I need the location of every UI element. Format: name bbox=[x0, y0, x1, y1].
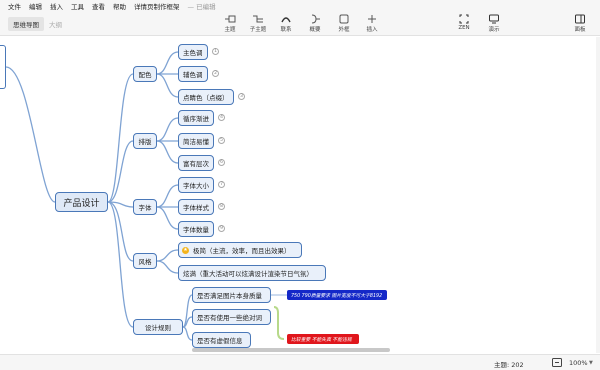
topic-icon bbox=[225, 15, 236, 23]
menu-file[interactable]: 文件 bbox=[8, 1, 21, 11]
view-tabs: 思维导图 大纲 bbox=[8, 17, 67, 31]
leaf-layered[interactable]: 富有层次 bbox=[178, 155, 214, 171]
leaf-image-quality[interactable]: 是否满足图片本身质量 bbox=[192, 287, 271, 303]
leaf-minimal-label: 极简（主流，效率，而且出效果） bbox=[193, 247, 291, 255]
topic-label: 主题 bbox=[224, 27, 236, 33]
branch-layout[interactable]: 排版 bbox=[133, 133, 157, 149]
map-overview-icon[interactable] bbox=[552, 358, 562, 369]
leaf-concise[interactable]: 简洁易懂 bbox=[178, 133, 214, 149]
boundary-icon bbox=[339, 14, 349, 24]
topic-count: 主题: 202 bbox=[494, 361, 524, 369]
panel-button[interactable]: 面板 bbox=[566, 14, 594, 33]
menu-bar: 文件 编辑 插入 工具 查看 帮助 详情页制作框架 — 已编辑 bbox=[0, 0, 600, 12]
boundary-button[interactable]: 外框 bbox=[330, 14, 358, 33]
zoom-level[interactable]: 100% bbox=[569, 359, 588, 367]
menu-help[interactable]: 帮助 bbox=[113, 1, 126, 11]
leaf-progressive[interactable]: 循序渐进 bbox=[178, 110, 214, 126]
insert-label: 插入 bbox=[366, 27, 378, 33]
collapsed-node-edge[interactable] bbox=[0, 45, 6, 89]
mindmap-canvas[interactable]: 产品设计 配色 排版 字体 风格 设计规则 主色调 1 辅色调 2 点睛色（点缀… bbox=[0, 37, 600, 353]
leaf-secondary-color[interactable]: 辅色调 bbox=[178, 66, 208, 82]
leaf-badge-9[interactable]: 9 bbox=[218, 225, 225, 232]
leaf-font-style[interactable]: 字体样式 bbox=[178, 199, 214, 215]
menu-tools[interactable]: 工具 bbox=[71, 1, 84, 11]
leaf-badge-6[interactable]: 6 bbox=[218, 159, 225, 166]
leaf-badge-4[interactable]: 4 bbox=[218, 114, 225, 121]
subtopic-icon bbox=[253, 15, 263, 23]
present-label: 演示 bbox=[488, 27, 500, 33]
insert-button[interactable]: 插入 bbox=[358, 14, 386, 33]
menu-insert[interactable]: 插入 bbox=[50, 1, 63, 11]
boundary-label: 外框 bbox=[338, 27, 350, 33]
status-bar: 主题: 202 100% ▼ bbox=[0, 354, 600, 370]
summary-button[interactable]: 概要 bbox=[301, 14, 329, 33]
fullscreen-icon bbox=[459, 14, 469, 24]
relation-label: 联系 bbox=[280, 27, 292, 33]
root-node[interactable]: 产品设计 bbox=[55, 192, 108, 212]
summary-label: 概要 bbox=[309, 27, 321, 33]
note-important[interactable]: 比较重要 不能失真 不能违规 bbox=[287, 334, 359, 344]
document-title: 详情页制作框架 bbox=[134, 3, 180, 11]
tab-outline[interactable]: 大纲 bbox=[44, 17, 67, 31]
panel-icon bbox=[575, 14, 585, 24]
vertical-scrollbar-track[interactable] bbox=[596, 37, 600, 353]
zen-label: ZEN bbox=[458, 25, 470, 31]
zen-button[interactable]: ZEN bbox=[450, 14, 478, 31]
branch-font[interactable]: 字体 bbox=[133, 199, 157, 215]
branch-style[interactable]: 风格 bbox=[133, 253, 157, 269]
subtopic-label: 子主题 bbox=[249, 27, 267, 33]
leaf-badge-3[interactable]: 3 bbox=[238, 93, 245, 100]
leaf-badge-8[interactable]: 8 bbox=[218, 203, 225, 210]
leaf-badge-1[interactable]: 1 bbox=[212, 48, 219, 55]
leaf-minimal[interactable]: ★ 极简（主流，效率，而且出效果） bbox=[178, 242, 302, 258]
branch-rules[interactable]: 设计规则 bbox=[133, 319, 183, 335]
relation-button[interactable]: 联系 bbox=[272, 14, 300, 33]
leaf-main-color[interactable]: 主色调 bbox=[178, 44, 208, 60]
leaf-badge-5[interactable]: 5 bbox=[218, 137, 225, 144]
leaf-absolute-words[interactable]: 是否有使用一些绝对词 bbox=[192, 309, 271, 325]
relation-icon bbox=[281, 17, 291, 23]
star-icon: ★ bbox=[182, 246, 189, 254]
topic-button[interactable]: 主题 bbox=[216, 14, 244, 33]
leaf-badge-7[interactable]: 7 bbox=[218, 181, 225, 188]
leaf-false-info[interactable]: 是否有虚假信息 bbox=[192, 332, 251, 348]
subtopic-button[interactable]: 子主题 bbox=[244, 14, 272, 33]
menu-view[interactable]: 查看 bbox=[92, 1, 105, 11]
present-button[interactable]: 演示 bbox=[480, 14, 508, 33]
toolbar: 思维导图 大纲 主题 子主题 联系 概要 外框 插入 ZEN 演示 面板 bbox=[0, 12, 600, 36]
leaf-full-design[interactable]: 炫满（重大活动可以炫满设计渲染节日气氛） bbox=[178, 265, 326, 281]
leaf-font-count[interactable]: 字体数量 bbox=[178, 221, 214, 237]
horizontal-scrollbar[interactable] bbox=[192, 348, 390, 352]
note-image-requirements[interactable]: 750 790质量要求 图片宽度不可大于8192 bbox=[287, 290, 387, 300]
leaf-accent-color[interactable]: 点睛色（点缀） bbox=[178, 89, 234, 105]
tab-mindmap[interactable]: 思维导图 bbox=[8, 17, 44, 31]
zoom-dropdown-icon[interactable]: ▼ bbox=[589, 360, 593, 366]
branch-color[interactable]: 配色 bbox=[133, 66, 157, 82]
leaf-font-size[interactable]: 字体大小 bbox=[178, 177, 214, 193]
save-status: — 已编辑 bbox=[187, 3, 216, 11]
menu-edit[interactable]: 编辑 bbox=[29, 1, 42, 11]
panel-label: 面板 bbox=[574, 27, 586, 33]
presentation-icon bbox=[489, 14, 499, 24]
summary-icon bbox=[311, 14, 320, 24]
leaf-badge-2[interactable]: 2 bbox=[212, 70, 219, 77]
plus-icon bbox=[368, 15, 376, 23]
